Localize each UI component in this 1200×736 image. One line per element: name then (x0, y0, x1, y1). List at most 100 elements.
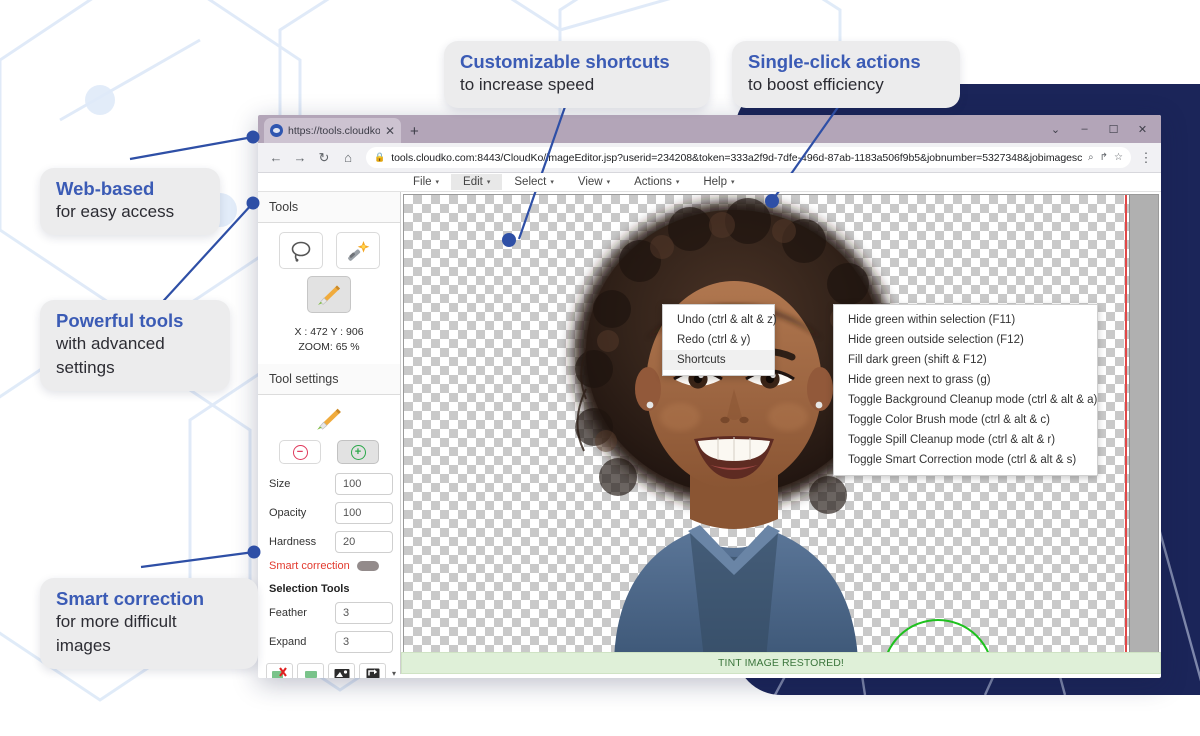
lasso-tool-button[interactable] (278, 232, 323, 269)
fill-green-icon (304, 671, 317, 678)
address-bar-url: tools.cloudko.com:8443/CloudKo/imageEdit… (391, 151, 1083, 164)
bookmark-star-icon[interactable]: ☆ (1114, 152, 1123, 163)
chevron-down-icon: ▾ (675, 179, 680, 186)
callout-subtitle: for more difficult images (56, 612, 177, 655)
chevron-down-icon: ▾ (486, 179, 491, 186)
fill-green-button[interactable] (297, 663, 324, 678)
edit-dropdown-menu: Undo (ctrl & alt & z) Redo (ctrl & y) Sh… (662, 304, 777, 376)
magic-wand-tool-button[interactable] (335, 232, 380, 269)
brush-tool-button[interactable] (307, 276, 351, 313)
restore-mode-button[interactable]: + (337, 440, 379, 464)
lock-icon: 🔒 (374, 152, 386, 162)
callout-subtitle: to boost efficiency (748, 75, 884, 94)
expand-label: Expand (269, 636, 307, 648)
remove-green-button[interactable] (266, 663, 293, 678)
menu-help[interactable]: Help ▾ (691, 174, 746, 190)
actions-menu-item-fill-dark-green[interactable]: Fill dark green (shift & F12) (834, 350, 1097, 370)
status-bar: TINT IMAGE RESTORED! (401, 652, 1161, 674)
actions-menu-item-smart-correction[interactable]: Toggle Smart Correction mode (ctrl & alt… (834, 450, 1097, 470)
image-swap-button[interactable] (328, 663, 355, 678)
callout-subtitle: with advanced settings (56, 334, 165, 377)
paintbrush-icon (317, 408, 341, 430)
app-menubar: File ▾ Edit ▾ Select ▾ View ▾ Actions ▾ … (258, 173, 1161, 192)
menu-select[interactable]: Select ▾ (502, 174, 565, 190)
menu-edit[interactable]: Edit ▾ (451, 174, 503, 190)
maximize-icon[interactable]: ☐ (1099, 117, 1128, 141)
callout-smart-correction: Smart correction for more difficult imag… (40, 578, 258, 669)
actions-dropdown-menu: Hide green within selection (F11) Hide g… (833, 304, 1098, 476)
brush-mode-row: − + (258, 440, 400, 464)
callout-subtitle: to increase speed (460, 75, 595, 94)
restore-image-button[interactable] (359, 663, 386, 678)
menu-actions-label: Actions (634, 176, 672, 188)
reload-icon[interactable]: ↻ (313, 147, 335, 169)
expand-field-row: Expand 3 (258, 631, 400, 653)
chevron-down-icon[interactable]: ▾ (392, 669, 396, 678)
actions-menu-item-color-brush[interactable]: Toggle Color Brush mode (ctrl & alt & c) (834, 410, 1097, 430)
menu-file[interactable]: File ▾ (401, 174, 451, 190)
active-tool-preview (258, 406, 400, 432)
size-label: Size (269, 478, 291, 490)
new-tab-button[interactable]: + (410, 124, 419, 139)
crop-boundary-line (1125, 195, 1127, 673)
search-icon[interactable]: ⌕ (1088, 152, 1094, 163)
browser-toolbar: ← → ↻ ⌂ 🔒 tools.cloudko.com:8443/CloudKo… (258, 143, 1161, 173)
smart-correction-row: Smart correction (258, 560, 400, 572)
hardness-input[interactable]: 20 (335, 531, 393, 553)
canvas-vertical-scrollbar[interactable] (1129, 195, 1158, 673)
paintbrush-icon (318, 285, 340, 305)
chevron-down-icon[interactable]: ⌄ (1041, 117, 1070, 141)
tab-title: https://tools.cloudko.com:8443/C (288, 124, 380, 137)
menu-actions[interactable]: Actions ▾ (622, 174, 691, 190)
restore-image-icon (366, 668, 379, 678)
address-bar[interactable]: 🔒 tools.cloudko.com:8443/CloudKo/imageEd… (366, 147, 1131, 168)
plus-circle-icon: + (350, 444, 366, 460)
edit-menu-item-redo[interactable]: Redo (ctrl & y) (663, 330, 774, 350)
callout-subtitle: for easy access (56, 202, 175, 221)
opacity-input[interactable]: 100 (335, 502, 393, 524)
smart-correction-toggle[interactable] (356, 561, 379, 571)
edit-menu-item-undo[interactable]: Undo (ctrl & alt & z) (663, 310, 777, 330)
browser-window: https://tools.cloudko.com:8443/C ✕ + ⌄ –… (258, 115, 1161, 678)
back-icon[interactable]: ← (265, 147, 287, 169)
browser-tabstrip: https://tools.cloudko.com:8443/C ✕ + ⌄ –… (258, 115, 1161, 143)
menu-view[interactable]: View ▾ (566, 174, 622, 190)
actions-menu-item-hide-green-within[interactable]: Hide green within selection (F11) (834, 310, 1097, 330)
size-input[interactable]: 100 (335, 473, 393, 495)
left-sidebar: Tools X: 472 Y: 906 ZOOM: 65 % Tool se… (258, 192, 401, 678)
close-icon[interactable]: ✕ (385, 125, 395, 137)
promotional-screenshot: https://tools.cloudko.com:8443/C ✕ + ⌄ –… (0, 0, 1200, 736)
callout-title: Customizable shortcuts (460, 51, 670, 72)
erase-mode-button[interactable]: − (279, 440, 321, 464)
tools-panel-title: Tools (258, 192, 400, 223)
expand-input[interactable]: 3 (335, 631, 393, 653)
tool-settings-body: − + Size 100 Opacity 100 Hardness 20 Sma… (258, 395, 400, 678)
lasso-icon (291, 241, 310, 262)
share-icon[interactable]: ↱ (1100, 152, 1108, 163)
status-message: TINT IMAGE RESTORED! (718, 657, 844, 669)
callout-title: Smart correction (56, 588, 205, 609)
actions-menu-item-background-cleanup[interactable]: Toggle Background Cleanup mode (ctrl & a… (834, 390, 1097, 410)
edit-menu-item-shortcuts[interactable]: Shortcuts (663, 350, 774, 370)
minus-circle-icon: − (292, 444, 308, 460)
browser-tab[interactable]: https://tools.cloudko.com:8443/C ✕ (264, 118, 401, 143)
actions-menu-item-hide-green-next-to-grass[interactable]: Hide green next to grass (g) (834, 370, 1097, 390)
cloudko-favicon (270, 124, 283, 137)
minimize-icon[interactable]: – (1070, 117, 1099, 141)
close-window-icon[interactable]: ✕ (1128, 117, 1157, 141)
hardness-label: Hardness (269, 536, 317, 548)
browser-menu-icon[interactable]: ⋮ (1138, 150, 1154, 166)
feather-input[interactable]: 3 (335, 602, 393, 624)
zoom-level: ZOOM: 65 % (298, 341, 360, 353)
opacity-field-row: Opacity 100 (258, 502, 400, 524)
chevron-down-icon: ▾ (550, 179, 554, 186)
callout-single-click-actions: Single-click actions to boost efficiency (732, 41, 960, 108)
callout-powerful-tools: Powerful tools with advanced settings (40, 300, 230, 391)
actions-menu-item-spill-cleanup[interactable]: Toggle Spill Cleanup mode (ctrl & alt & … (834, 430, 1097, 450)
hardness-field-row: Hardness 20 (258, 531, 400, 553)
forward-icon[interactable]: → (289, 147, 311, 169)
tool-settings-title: Tool settings (258, 364, 400, 395)
actions-menu-item-hide-green-outside[interactable]: Hide green outside selection (F12) (834, 330, 1097, 350)
home-icon[interactable]: ⌂ (337, 147, 359, 169)
menu-edit-label: Edit (463, 176, 483, 188)
